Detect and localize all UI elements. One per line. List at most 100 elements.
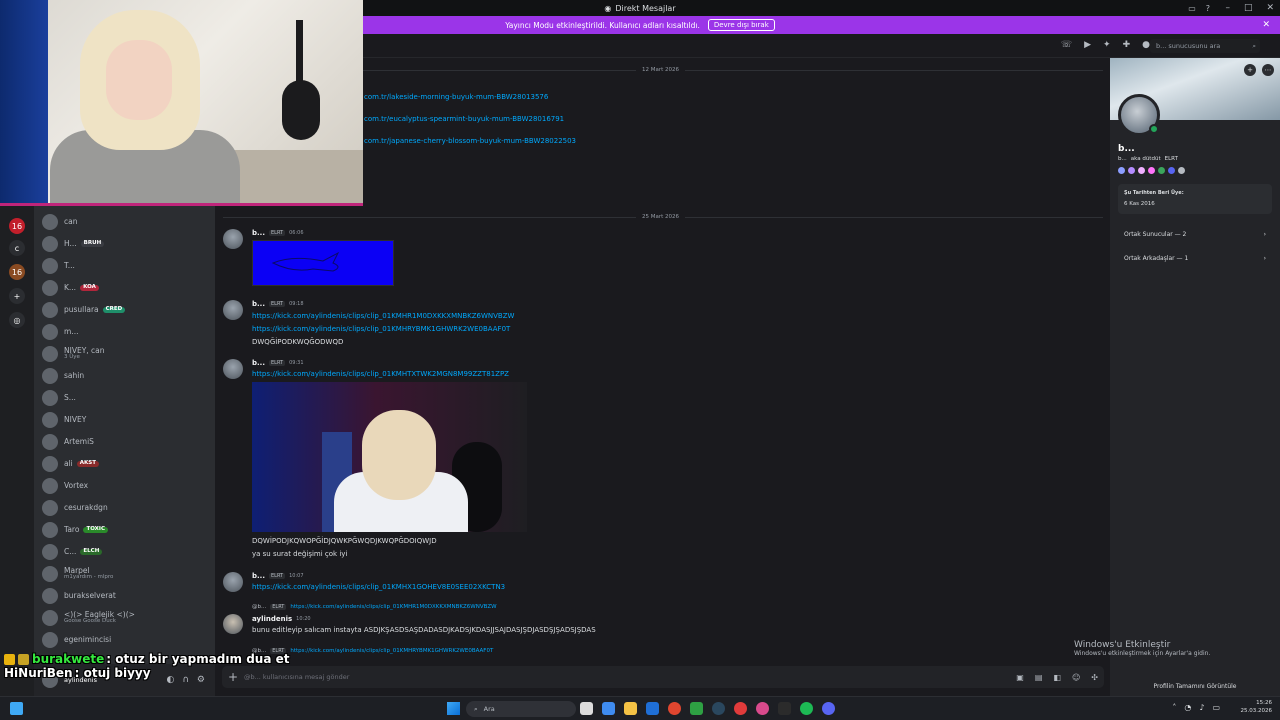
obs-icon[interactable] — [734, 702, 747, 715]
message-link[interactable]: com.tr/lakeside-morning-buyuk-mum-BBW280… — [364, 93, 548, 101]
badge-icon[interactable] — [1128, 167, 1135, 174]
avatar[interactable] — [223, 614, 243, 634]
more-icon[interactable]: ⋯ — [1262, 64, 1274, 76]
dm-list-item[interactable]: cesurakdgn — [42, 498, 210, 518]
dm-list-item[interactable]: K... KOA — [42, 278, 210, 298]
message-link[interactable]: https://kick.com/aylindenis/clips/clip_0… — [252, 370, 509, 378]
dm-list-item[interactable]: S... — [42, 388, 210, 408]
message-link[interactable]: com.tr/japanese-cherry-blossom-buyuk-mum… — [364, 137, 576, 145]
avatar[interactable] — [223, 359, 243, 379]
reply-reference[interactable]: @b... ELRT https://kick.com/aylindenis/c… — [252, 604, 497, 610]
badge-icon[interactable] — [1178, 167, 1185, 174]
message-author[interactable]: b... — [252, 359, 265, 367]
dm-list-item[interactable]: H... BRUH — [42, 234, 210, 254]
dm-list-item[interactable]: NIVEY, can 3 Üye — [42, 344, 210, 364]
overlay-chat-line: burakwete : otuz bir yapmadım dua et — [4, 652, 289, 666]
server-icon[interactable]: 16 — [9, 264, 25, 280]
clock[interactable]: 15:26 25.03.2026 — [1241, 700, 1273, 715]
server-icon[interactable]: c — [9, 240, 25, 256]
app-icon[interactable] — [756, 702, 769, 715]
add-server-icon[interactable]: + — [9, 288, 25, 304]
dm-list-item[interactable]: NIVEY — [42, 410, 210, 430]
view-full-profile-button[interactable]: Profilin Tamamını Görüntüle — [1110, 683, 1280, 690]
badge-icon[interactable] — [1148, 167, 1155, 174]
inbox-icon[interactable]: ▭ — [1188, 4, 1196, 13]
spotify-icon[interactable] — [800, 702, 813, 715]
file-explorer-icon[interactable] — [624, 702, 637, 715]
volume-icon[interactable]: ♪ — [1199, 703, 1204, 712]
dm-list-item[interactable]: pusullara CRED — [42, 300, 210, 320]
video-embed[interactable] — [252, 382, 527, 532]
dm-list-item[interactable]: ArtemiS — [42, 432, 210, 452]
message-link[interactable]: https://kick.com/aylindenis/clips/clip_0… — [252, 312, 514, 320]
dm-list-item[interactable]: m... — [42, 322, 210, 342]
dm-list-item[interactable]: burakselverat — [42, 586, 210, 606]
message-author[interactable]: aylindenis — [252, 615, 292, 623]
edge-icon[interactable] — [602, 702, 615, 715]
message-link[interactable]: https://kick.com/aylindenis/clips/clip_0… — [252, 325, 510, 333]
dm-list-item[interactable]: Vortex — [42, 476, 210, 496]
gif-icon[interactable]: ▤ — [1035, 673, 1043, 682]
message-author[interactable]: b... — [252, 572, 265, 580]
discord-icon[interactable] — [822, 702, 835, 715]
discover-icon[interactable]: ◎ — [9, 312, 25, 328]
maximize-button[interactable]: □ — [1244, 3, 1253, 13]
message-header: b... ELRT 06:06 — [252, 229, 304, 237]
disable-streamer-mode-button[interactable]: Devre dışı bırak — [707, 19, 775, 31]
widgets-icon[interactable] — [10, 702, 23, 715]
start-button[interactable] — [447, 702, 460, 715]
dm-list-item[interactable]: ali AKST — [42, 454, 210, 474]
add-friend-icon[interactable]: ✚ — [1123, 40, 1131, 50]
emoji-icon[interactable]: ☺ — [1072, 673, 1080, 682]
chrome-icon[interactable] — [668, 702, 681, 715]
help-icon[interactable]: ? — [1206, 4, 1210, 13]
apps-icon[interactable]: ✣ — [1091, 673, 1098, 682]
banner-close-icon[interactable]: ✕ — [1262, 20, 1270, 30]
profile-icon[interactable]: ● — [1142, 40, 1150, 50]
video-icon[interactable]: ▶ — [1084, 40, 1091, 50]
badge-icon[interactable] — [1158, 167, 1165, 174]
badge-icon[interactable] — [1118, 167, 1125, 174]
message-author[interactable]: b... — [252, 229, 265, 237]
dm-list-item[interactable]: <)(> Eaglejik <)(> Goose Goose Duck — [42, 608, 210, 628]
store-icon[interactable] — [646, 702, 659, 715]
task-view-icon[interactable] — [580, 702, 593, 715]
dm-list-item[interactable]: T... — [42, 256, 210, 276]
search-input[interactable]: b... sunucusunu ara ⌕ — [1150, 39, 1260, 53]
image-attachment[interactable] — [252, 240, 394, 286]
app-icon[interactable] — [690, 702, 703, 715]
mutual-servers-row[interactable]: Ortak Sunucular — 2 › — [1118, 224, 1272, 244]
chevron-up-icon[interactable]: ˄ — [1172, 703, 1176, 712]
server-icon[interactable]: 16 — [9, 218, 25, 234]
avatar[interactable] — [223, 572, 243, 592]
gift-icon[interactable]: ▣ — [1016, 673, 1024, 682]
dm-list-item[interactable]: Marpel m1yardım - mlpro — [42, 564, 210, 584]
dm-list-item[interactable]: egenimincisi — [42, 630, 210, 650]
badge-icon[interactable] — [1168, 167, 1175, 174]
dm-text: can — [64, 218, 77, 226]
sticker-icon[interactable]: ◧ — [1053, 673, 1061, 682]
network-icon[interactable]: ◔ — [1184, 703, 1191, 712]
pin-icon[interactable]: ✦ — [1103, 40, 1111, 50]
minimize-button[interactable]: – — [1225, 3, 1230, 13]
badge-icon[interactable] — [1138, 167, 1145, 174]
avatar[interactable] — [223, 300, 243, 320]
message-composer[interactable]: + @b... kullanıcısına mesaj gönder ▣ ▤ ◧… — [222, 666, 1104, 688]
message-link[interactable]: com.tr/eucalyptus-spearmint-buyuk-mum-BB… — [364, 115, 564, 123]
dm-list-item[interactable]: Taro TOXIC — [42, 520, 210, 540]
dm-list-item[interactable]: sahin — [42, 366, 210, 386]
dm-list-item[interactable]: can — [42, 212, 210, 232]
taskbar-search[interactable]: ⌕ Ara — [466, 701, 576, 717]
app-icon[interactable] — [778, 702, 791, 715]
reply-link: https://kick.com/aylindenis/clips/clip_0… — [290, 648, 494, 654]
add-friend-icon[interactable]: + — [1244, 64, 1256, 76]
call-icon[interactable]: ☏ — [1061, 40, 1072, 50]
message-link[interactable]: https://kick.com/aylindenis/clips/clip_0… — [252, 583, 505, 591]
mutual-friends-row[interactable]: Ortak Arkadaşlar — 1 › — [1118, 248, 1272, 268]
battery-icon[interactable]: ▭ — [1212, 703, 1220, 712]
steam-icon[interactable] — [712, 702, 725, 715]
message-author[interactable]: b... — [252, 300, 265, 308]
avatar[interactable] — [223, 229, 243, 249]
close-button[interactable]: ✕ — [1266, 3, 1274, 13]
dm-list-item[interactable]: C... ELCH — [42, 542, 210, 562]
